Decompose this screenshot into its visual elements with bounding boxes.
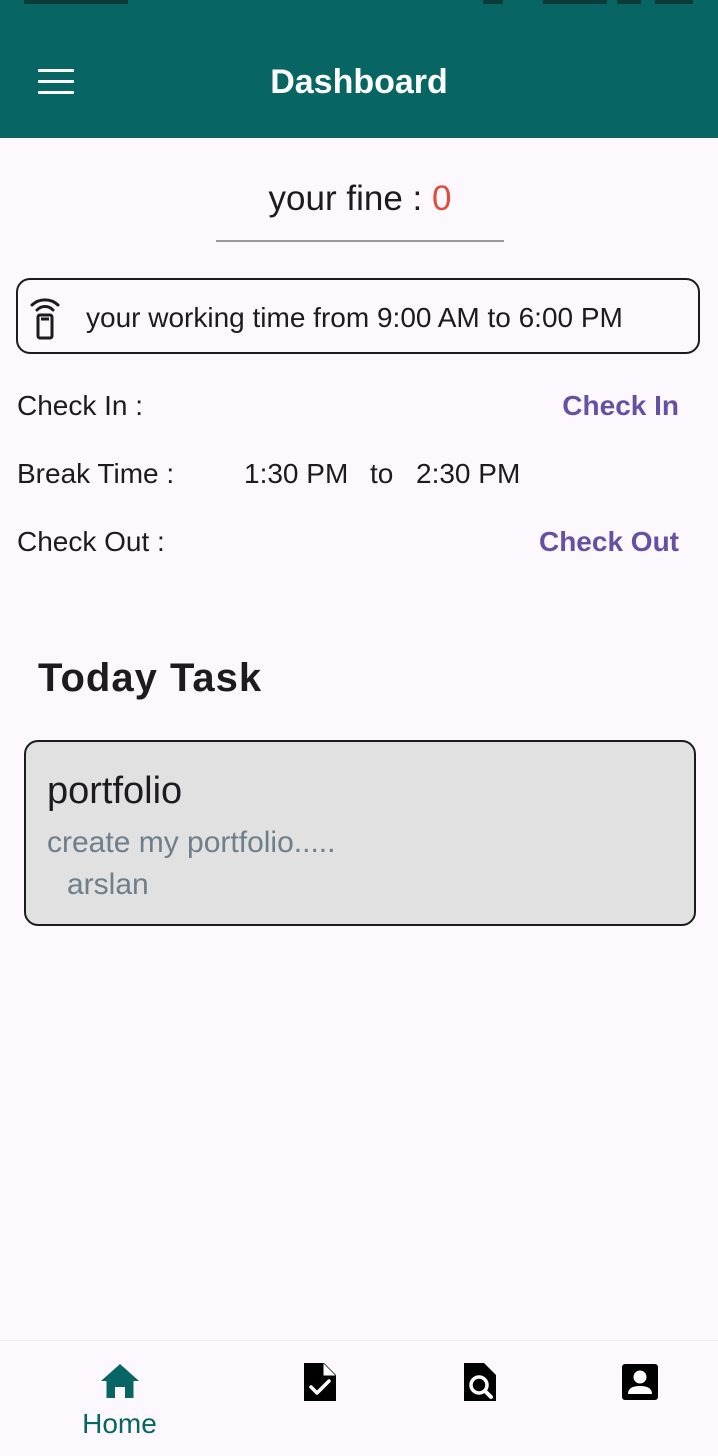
break-end-time: 2:30 PM: [416, 458, 521, 489]
check-in-button[interactable]: Check In: [562, 388, 679, 424]
fine-label: your fine :: [268, 179, 432, 218]
task-description: create my portfolio.....: [47, 826, 336, 859]
task-card[interactable]: portfolio create my portfolio..... arsla…: [24, 740, 696, 926]
home-icon: [100, 1364, 139, 1398]
nav-item-profile[interactable]: [550, 1341, 718, 1456]
fine-display: your fine : 0: [216, 176, 504, 222]
break-start-time: 1:30 PM: [244, 458, 349, 489]
break-to-text: to: [370, 458, 394, 489]
check-out-button[interactable]: Check Out: [539, 524, 679, 560]
search-document-icon: [463, 1363, 496, 1401]
profile-icon: [621, 1364, 658, 1400]
nav-item-tasks[interactable]: [230, 1341, 409, 1456]
task-title: portfolio: [47, 770, 183, 812]
nav-item-search[interactable]: [390, 1341, 569, 1456]
remote-device-icon: [30, 298, 60, 340]
app-bar: Dashboard: [0, 0, 718, 138]
break-time-label: Break Time :: [17, 458, 175, 489]
bottom-navigation: Home: [0, 1340, 718, 1456]
today-task-heading: Today Task: [38, 656, 263, 700]
check-in-label: Check In :: [17, 390, 144, 421]
status-bar: [0, 0, 718, 6]
fine-divider: [216, 240, 504, 242]
working-time-card: your working time from 9:00 AM to 6:00 P…: [16, 278, 700, 354]
task-check-icon: [303, 1363, 336, 1401]
fine-value: 0: [431, 179, 452, 218]
page-title: Dashboard: [270, 63, 448, 101]
working-time-text: your working time from 9:00 AM to 6:00 P…: [86, 302, 623, 333]
task-assignee: arslan: [67, 868, 149, 901]
nav-label-home: Home: [82, 1408, 157, 1439]
check-out-label: Check Out :: [17, 526, 165, 557]
nav-item-home[interactable]: Home: [30, 1341, 209, 1456]
